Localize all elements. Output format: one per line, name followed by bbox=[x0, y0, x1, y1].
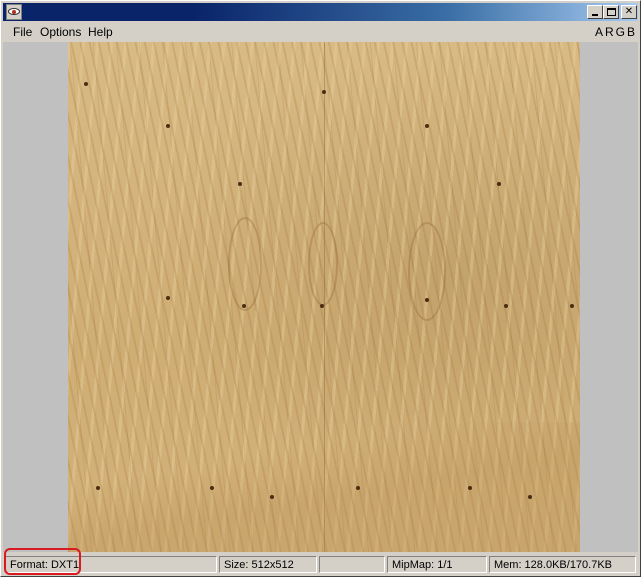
wood-knot bbox=[84, 82, 88, 86]
maximize-button[interactable] bbox=[603, 5, 619, 19]
texture-image bbox=[68, 42, 580, 552]
wood-knot bbox=[504, 304, 508, 308]
wood-knot bbox=[238, 182, 242, 186]
wood-knot bbox=[242, 304, 246, 308]
wood-knot bbox=[468, 486, 472, 490]
minimize-button[interactable] bbox=[587, 5, 603, 19]
channel-selector[interactable]: ARGB bbox=[594, 25, 638, 39]
close-icon: ✕ bbox=[624, 6, 634, 17]
wood-knot bbox=[425, 298, 429, 302]
grain-swirl bbox=[228, 217, 262, 311]
wood-knot bbox=[497, 182, 501, 186]
menu-file[interactable]: File bbox=[12, 25, 33, 39]
wood-knot bbox=[320, 304, 324, 308]
wood-knot bbox=[166, 296, 170, 300]
status-mipmap: MipMap: 1/1 bbox=[387, 556, 487, 573]
wood-knot bbox=[356, 486, 360, 490]
texture-viewport[interactable] bbox=[3, 42, 638, 552]
grain-swirl bbox=[308, 222, 338, 306]
wood-knot bbox=[425, 124, 429, 128]
minimize-icon bbox=[592, 14, 598, 16]
wood-knot bbox=[96, 486, 100, 490]
menu-options[interactable]: Options bbox=[39, 25, 82, 39]
title-bar[interactable]: ✕ bbox=[3, 3, 638, 21]
grain-swirl bbox=[408, 222, 446, 321]
wood-knot bbox=[270, 495, 274, 499]
status-size: Size: 512x512 bbox=[219, 556, 317, 573]
wood-knot bbox=[166, 124, 170, 128]
app-window: ✕ File Options Help ARGB Format: DXT1 Si… bbox=[0, 0, 641, 577]
annotation-highlight bbox=[4, 548, 81, 575]
eye-pupil bbox=[12, 10, 16, 14]
status-memory: Mem: 128.0KB/170.7KB bbox=[489, 556, 636, 573]
texture-shade bbox=[68, 422, 580, 552]
menu-help[interactable]: Help bbox=[87, 25, 114, 39]
wood-knot bbox=[528, 495, 532, 499]
menu-bar: File Options Help ARGB bbox=[3, 22, 638, 41]
wood-knot bbox=[570, 304, 574, 308]
eye-app-icon[interactable] bbox=[6, 4, 22, 20]
status-empty bbox=[319, 556, 385, 573]
maximize-icon bbox=[607, 8, 616, 16]
status-bar: Format: DXT1 Size: 512x512 MipMap: 1/1 M… bbox=[3, 554, 638, 575]
close-button[interactable]: ✕ bbox=[621, 5, 637, 19]
wood-knot bbox=[210, 486, 214, 490]
wood-knot bbox=[322, 90, 326, 94]
